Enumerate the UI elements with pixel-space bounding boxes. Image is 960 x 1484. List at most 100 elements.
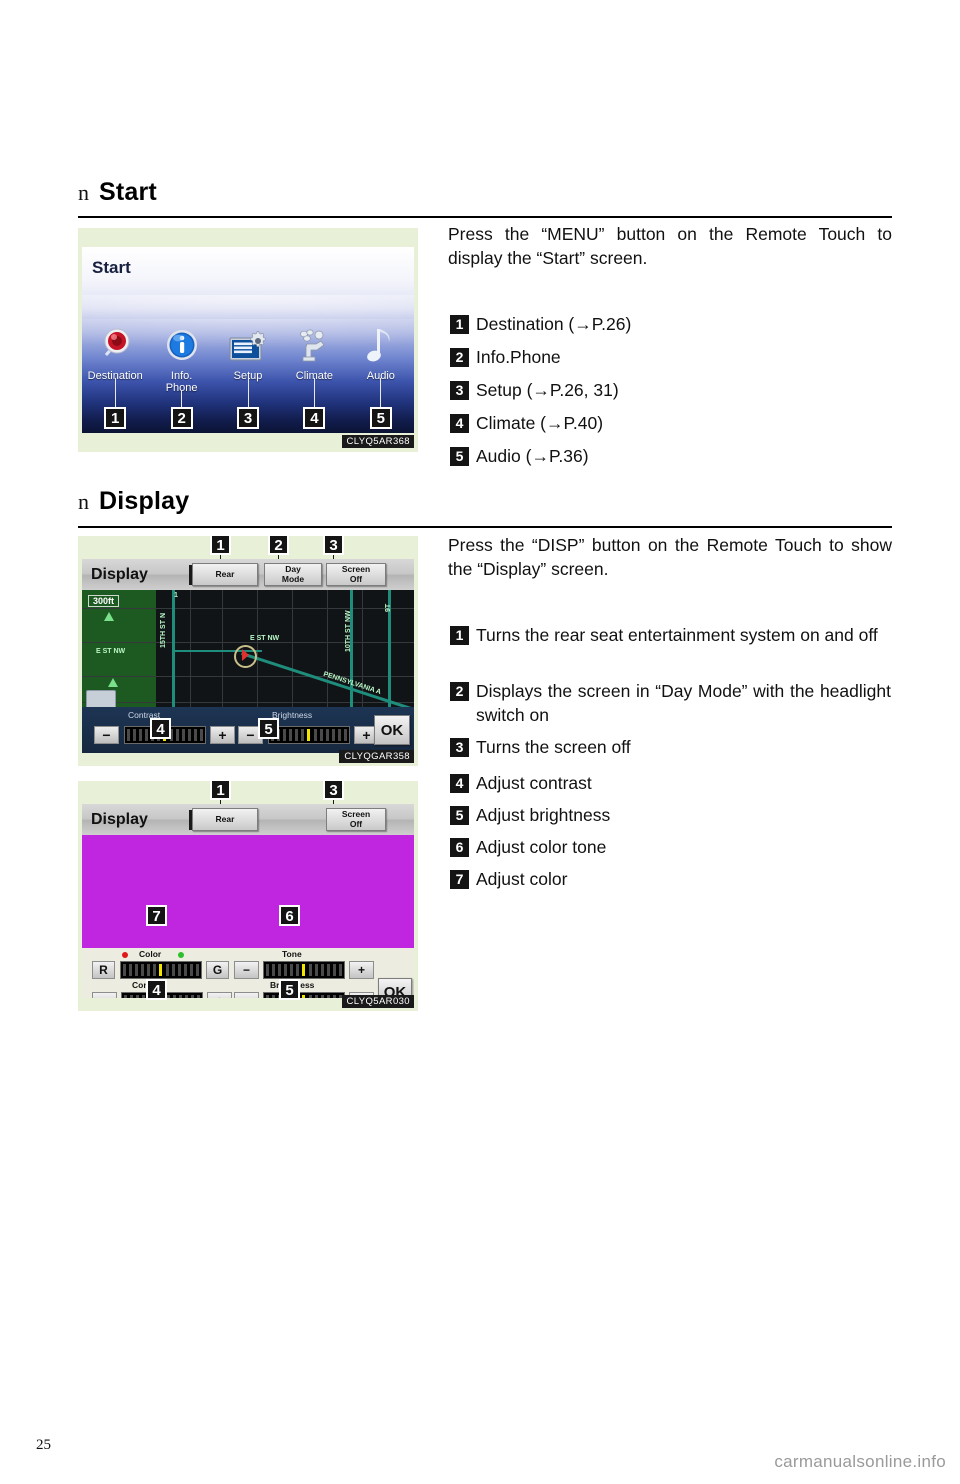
brightness-minus-button[interactable]: − [234,992,259,998]
callout-marker-1: 1 [450,315,469,334]
figure-code: CLYQ5AR368 [341,435,414,448]
figure-start-screen: Start Destination Info. Phone Setup Clim… [78,228,418,452]
manual-page: n Start Start Destination Info. Phone Se… [0,0,960,1484]
list-item-label: Info.Phone [476,347,561,367]
contrast-minus-button[interactable]: − [92,992,117,998]
list-item: 4 Climate (→P.40) [450,411,890,435]
color-g-button[interactable]: G [206,961,229,979]
page-title: Start [99,178,157,206]
callout-2: 2 [170,407,193,429]
callout-marker-3: 3 [450,738,469,757]
heading-rule [78,216,892,218]
callout-6: 6 [279,905,300,926]
color-r-button[interactable]: R [92,961,115,979]
map-label-e-st-nw-right: E ST NW [250,635,280,642]
page-number: 25 [36,1437,51,1453]
callout-1: 1 [210,534,231,555]
tone-label: Tone [282,949,302,959]
ok-button[interactable]: OK [374,715,410,745]
callout-3: 3 [323,534,344,555]
color-gauge[interactable] [120,961,202,979]
red-dot-icon [122,952,128,958]
list-item: 1 Turns the rear seat entertainment syst… [450,623,892,647]
list-item: 5 Adjust brightness [450,803,892,827]
brightness-gauge[interactable] [268,726,350,744]
watermark: carmanualsonline.info [774,1452,946,1471]
callout-5: 5 [279,979,300,1000]
screen-off-label-line2: Off [349,573,363,584]
contrast-plus-button[interactable]: + [210,726,235,744]
callout-marker-6: 6 [450,838,469,857]
callout-3: 3 [237,407,260,429]
display-intro-text: Press the “DISP” button on the Remote To… [448,535,892,579]
start-screen-background: Start Destination Info. Phone Setup Clim… [82,247,414,433]
figure-code: CLYQGAR358 [339,750,414,763]
callout-4: 4 [150,718,171,739]
callout-4: 4 [303,407,326,429]
callout-marker-5: 5 [450,806,469,825]
list-item-label: Adjust color [476,869,568,889]
leader-line [380,378,381,408]
screen-off-button[interactable]: Screen Off [326,808,386,831]
tree-icon [108,678,118,687]
leader-line [181,390,182,408]
leader-line [314,378,315,408]
color-preview-area [82,835,414,948]
start-screen-capture: Start Destination Info. Phone Setup Clim… [82,247,414,433]
map-corner-button[interactable] [86,690,116,707]
callout-marker-4: 4 [450,774,469,793]
tone-plus-button[interactable]: + [349,961,374,979]
contrast-plus-button[interactable]: + [207,992,232,998]
callout-5: 5 [369,407,392,429]
rear-button[interactable]: Rear [189,808,258,831]
display-screen-title: Display [91,565,148,583]
map-label-e-st-nw-left: E ST NW [96,648,126,655]
callout-2: 2 [268,534,289,555]
day-mode-label-line2: Mode [281,573,305,584]
callout-marker-2: 2 [450,348,469,367]
brightness-gauge[interactable] [263,992,345,998]
info-circle-icon [165,325,199,367]
rear-button[interactable]: Rear [189,563,258,586]
display-control-bar: Contrast − + Brightness − + OK [82,707,414,753]
audio-note-icon [365,325,397,367]
display-screen-header: Display Rear Screen Off [82,804,414,835]
callout-4: 4 [146,979,167,1000]
list-item-label: Adjust brightness [476,805,611,825]
screen-off-button[interactable]: Screen Off [326,563,386,586]
list-item-label: Adjust color tone [476,837,607,857]
section-heading-display: n Display [78,487,189,516]
figure-nav-display-screen: 1 2 3 Display Rear Day Mode Screen Off 3… [78,534,418,766]
map-label-9th: 9T [385,603,392,612]
button-indicator-icon [189,810,192,830]
list-item-label: Audio (→P.36) [476,446,589,466]
tree-icon [104,612,114,621]
destination-pin-icon [98,325,132,367]
day-mode-button[interactable]: Day Mode [264,563,322,586]
button-indicator-icon [189,565,192,585]
list-item-label: Displays the screen in “Day Mode” with t… [476,681,891,725]
figure-code: CLYQ5AR030 [341,995,414,1008]
callout-marker-5: 5 [450,447,469,466]
start-screen-title: Start [92,258,131,277]
tone-minus-button[interactable]: − [234,961,259,979]
map-scale: 300ft [88,595,120,607]
list-item: 4 Adjust contrast [450,771,892,795]
bullet-icon: n [78,489,89,514]
rear-button-label: Rear [215,568,235,579]
color-display-capture: Display Rear Screen Off Color R G Tone −… [82,804,414,998]
map-view[interactable]: 300ft 15TH ST N E ST NW E ST NW 10TH ST … [82,590,414,707]
map-label-1: 1 [174,592,178,599]
green-dot-icon [178,952,184,958]
list-item: 3 Turns the screen off [450,735,892,759]
callout-1: 1 [104,407,127,429]
leader-line [248,378,249,408]
section-heading-start: n Start [78,178,157,207]
callout-marker-2: 2 [450,682,469,701]
page-title: Display [99,487,190,515]
tone-gauge[interactable] [263,961,345,979]
climate-seat-icon [294,325,334,367]
start-item-info-phone[interactable]: Info. Phone [148,325,214,394]
list-item-label: Turns the screen off [476,737,631,757]
contrast-minus-button[interactable]: − [94,726,119,744]
